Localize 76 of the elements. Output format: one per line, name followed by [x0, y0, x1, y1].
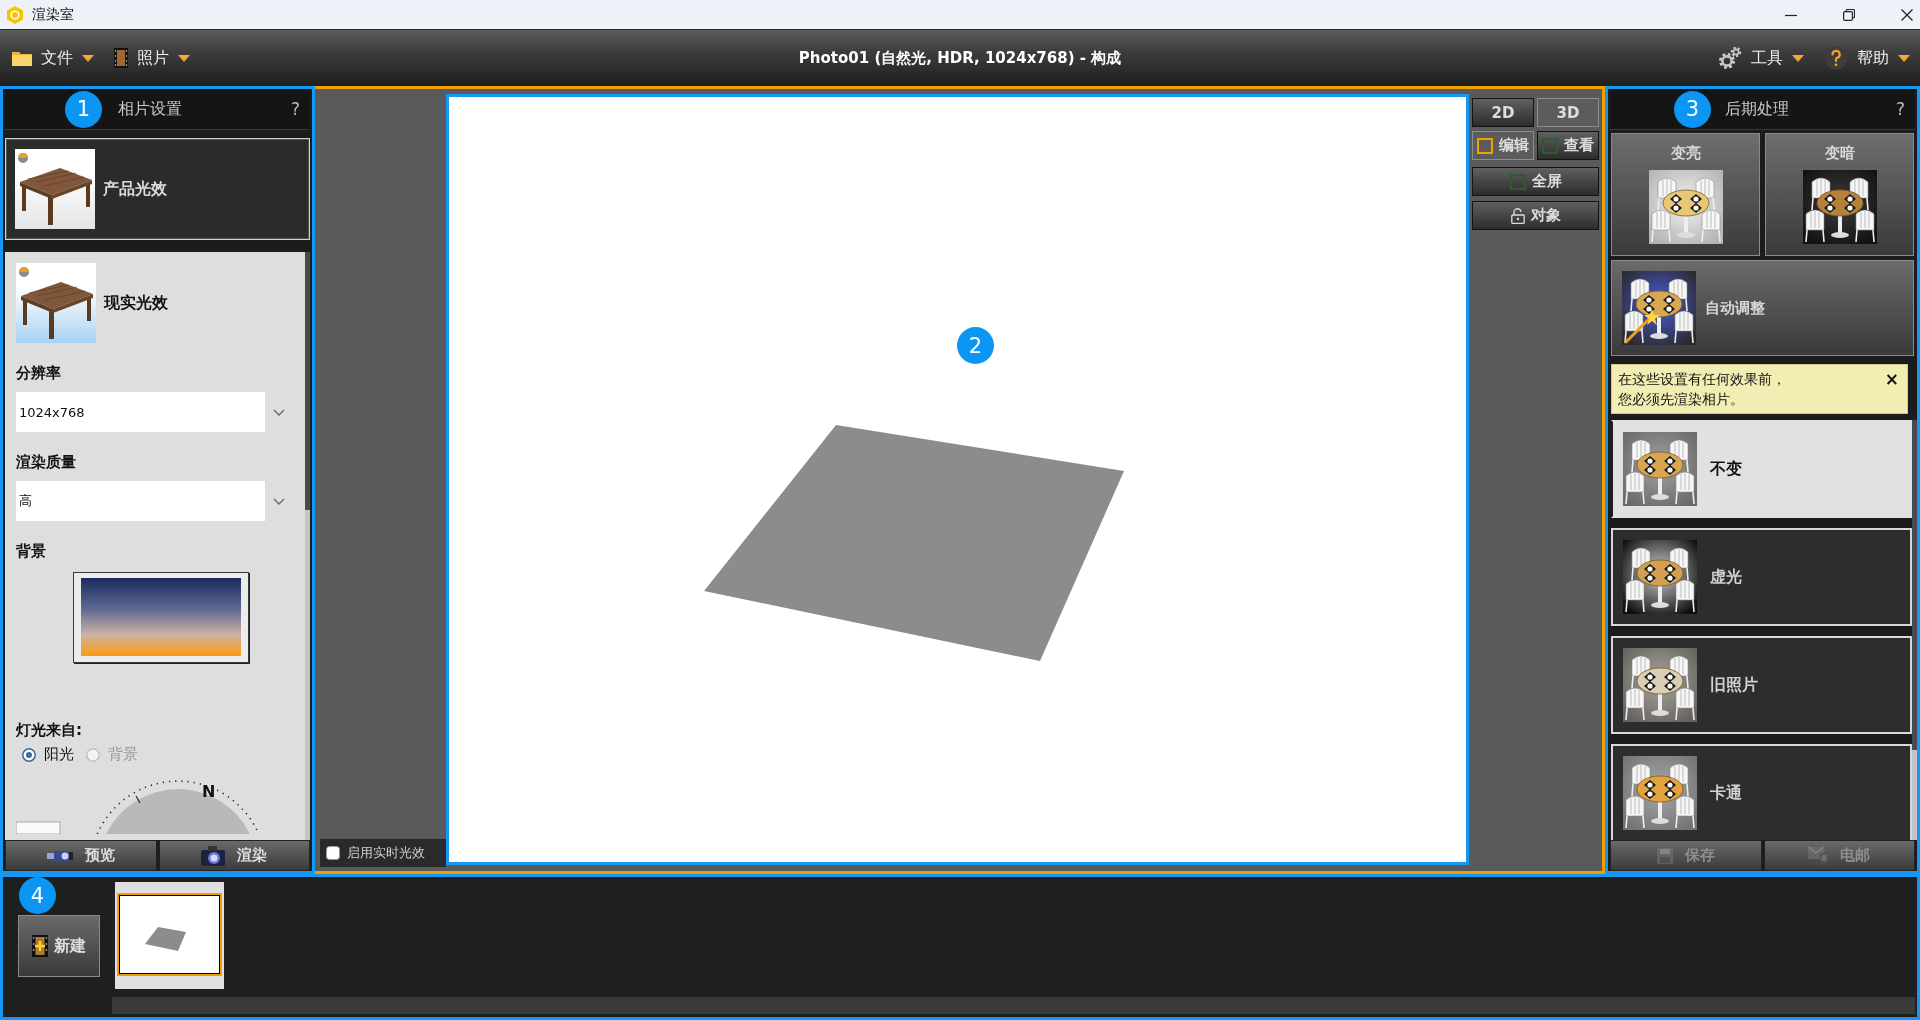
hexagon-icon — [6, 5, 24, 24]
adjustment-button[interactable]: 变暗 — [1765, 133, 1914, 256]
setting-label: 背景 — [16, 541, 47, 562]
help-button[interactable]: ? — [280, 99, 310, 119]
dropdown-field[interactable]: 1024x768 — [16, 392, 265, 432]
sphere-icon — [18, 153, 28, 163]
scrollbar[interactable] — [1912, 420, 1917, 840]
camera-icon — [201, 845, 226, 866]
scrollbar-thumb[interactable] — [305, 252, 310, 510]
panel-title: 后期处理 — [1725, 98, 1789, 120]
envelope-icon — [1808, 846, 1829, 865]
square-icon — [1542, 137, 1558, 154]
callout-number-badge: 2 — [957, 327, 994, 364]
effect-option[interactable]: 虚光 — [1611, 528, 1912, 626]
menu-button[interactable]: 照片 — [104, 30, 200, 86]
checkbox-icon[interactable] — [326, 846, 340, 860]
background-picker-button[interactable] — [73, 572, 249, 663]
camcorder-icon — [46, 848, 73, 863]
setting-label: 灯光来自: — [16, 720, 83, 741]
close-button[interactable]: × — [1882, 369, 1901, 389]
help-button[interactable]: ? — [1885, 99, 1915, 119]
scrollbar-thumb[interactable] — [1912, 420, 1917, 750]
lighting-mode-option[interactable]: 现实光效 — [16, 252, 305, 343]
document-title: Photo01 (自然光, HDR, 1024x768) - 构成 — [798, 48, 1122, 68]
notice-text: 在这些设置有任何效果前，您必须先渲染相片。 — [1618, 370, 1787, 409]
radio-option[interactable]: 阳光 — [22, 745, 74, 764]
tool-mode-button[interactable]: 编辑 — [1472, 131, 1534, 160]
menu-button[interactable]: 文件 — [2, 30, 104, 86]
callout-number-badge: 3 — [1674, 90, 1711, 128]
adjustment-button[interactable]: 变亮 — [1611, 133, 1760, 256]
horizontal-scrollbar[interactable] — [112, 997, 1915, 1014]
effect-option[interactable]: 旧照片 — [1611, 636, 1912, 734]
radio-icon[interactable] — [22, 747, 36, 762]
callout-number-badge: 1 — [65, 90, 102, 128]
chevron-down-icon[interactable] — [273, 497, 285, 505]
caret-icon — [178, 54, 190, 62]
film-icon — [114, 48, 128, 68]
objects-button[interactable]: 对象 — [1472, 201, 1599, 230]
caret-icon — [82, 54, 94, 62]
auto-adjust-button[interactable]: 自动调整 — [1611, 260, 1914, 356]
setting-label: 渲染质量 — [16, 452, 77, 473]
folder-icon — [12, 50, 32, 66]
photo-thumbnail[interactable] — [115, 882, 224, 989]
new-photo-button[interactable]: 新建 — [18, 915, 100, 977]
film-plus-icon — [32, 935, 48, 957]
preview-button[interactable]: 预览 — [5, 840, 157, 871]
view-mode-button[interactable]: 2D — [1472, 98, 1534, 127]
menu-button[interactable]: 工具 — [1708, 30, 1814, 86]
close-icon[interactable] — [1901, 8, 1913, 21]
compass-north-label: N — [202, 782, 216, 801]
help-icon — [1824, 46, 1848, 70]
menu-button[interactable]: 帮助 — [1814, 30, 1920, 86]
fullscreen-button[interactable]: 全屏 — [1472, 167, 1599, 196]
restore-icon[interactable] — [1843, 8, 1855, 21]
view-mode-button[interactable]: 3D — [1537, 98, 1599, 127]
tool-mode-button[interactable]: 查看 — [1537, 131, 1599, 160]
callout-number-badge: 4 — [19, 877, 56, 914]
sphere-icon — [19, 267, 29, 277]
realtime-lighting-checkbox[interactable]: 启用实时光效 — [320, 839, 446, 867]
caret-icon — [1898, 54, 1910, 62]
render-button[interactable]: 渲染 — [158, 840, 310, 871]
square-icon — [1477, 137, 1493, 154]
window-title: 渲染室 — [32, 5, 74, 24]
chevron-down-icon[interactable] — [273, 408, 285, 416]
scrollbar[interactable] — [305, 252, 310, 840]
setting-label: 分辨率 — [16, 363, 62, 384]
effect-option[interactable]: 卡通 — [1611, 744, 1912, 840]
input-field[interactable] — [16, 821, 61, 834]
square-icon — [1509, 173, 1526, 190]
lighting-mode-option[interactable]: 产品光效 — [5, 138, 310, 240]
gears-icon — [1718, 46, 1742, 70]
effect-option[interactable]: 不变 — [1611, 420, 1912, 518]
panel-title: 相片设置 — [118, 98, 182, 120]
padlock-icon — [1510, 207, 1525, 224]
dropdown-field[interactable]: 高 — [16, 481, 265, 521]
caret-icon — [1792, 54, 1804, 62]
